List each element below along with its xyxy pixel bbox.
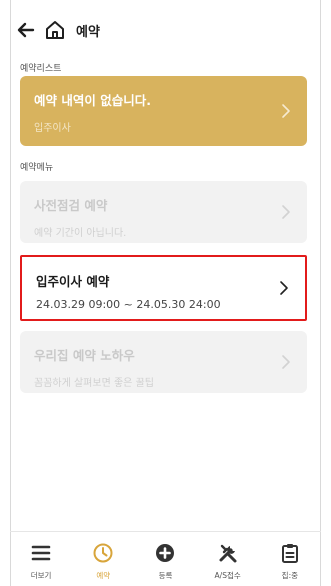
menu-item-move-in[interactable]: 입주이사 예약 24.03.29 09:00 ~ 24.05.30 24:00 — [20, 255, 307, 321]
nav-more[interactable]: 더보기 — [14, 542, 68, 581]
menu-item-title: 입주이사 예약 — [36, 274, 110, 289]
nav-register[interactable]: 등록 — [138, 542, 192, 581]
home-icon[interactable] — [44, 19, 66, 41]
nav-label: 집:중 — [281, 571, 298, 580]
nav-focus[interactable]: 집:중 — [263, 542, 317, 581]
tools-icon — [219, 544, 237, 563]
chevron-right-icon — [282, 355, 290, 369]
nav-reservation[interactable]: 예약 — [76, 542, 130, 581]
chevron-right-icon — [282, 205, 290, 219]
menu-item-subtitle: 24.03.29 09:00 ~ 24.05.30 24:00 — [36, 298, 221, 311]
back-arrow-icon[interactable] — [16, 20, 36, 40]
menu-item-pre-inspection[interactable]: 사전점검 예약 예약 기간이 아닙니다. — [20, 181, 307, 243]
reservation-list-subtitle: 입주이사 — [34, 123, 71, 134]
menu-item-title: 우리집 예약 노하우 — [34, 348, 135, 363]
bottom-navigation: 더보기 예약 등록 A/S접수 집:중 — [10, 531, 321, 586]
section-label-reservation-list: 예약리스트 — [20, 64, 62, 74]
menu-item-know-how[interactable]: 우리집 예약 노하우 꼼꼼하게 살펴보면 좋은 꿀팁 — [20, 331, 307, 393]
reservation-list-card[interactable]: 예약 내역이 없습니다. 입주이사 — [20, 76, 307, 146]
menu-icon — [31, 545, 51, 561]
plus-circle-icon — [156, 544, 175, 562]
nav-label: A/S접수 — [214, 571, 241, 580]
section-label-reservation-menu: 예약메뉴 — [20, 163, 54, 173]
clipboard-icon — [281, 544, 298, 563]
reservation-list-title: 예약 내역이 없습니다. — [34, 93, 151, 108]
nav-label: 더보기 — [30, 571, 52, 580]
header: 예약 — [16, 18, 100, 42]
chevron-right-icon — [280, 281, 288, 295]
nav-label: 예약 — [96, 571, 111, 580]
menu-item-subtitle: 예약 기간이 아닙니다. — [34, 228, 127, 239]
nav-label: 등록 — [158, 571, 173, 580]
clock-icon — [93, 543, 113, 563]
chevron-right-icon — [282, 104, 290, 118]
menu-item-subtitle: 꼼꼼하게 살펴보면 좋은 꿀팁 — [34, 378, 154, 389]
page-title: 예약 — [76, 24, 100, 40]
nav-as-request[interactable]: A/S접수 — [201, 542, 255, 581]
menu-item-title: 사전점검 예약 — [34, 198, 108, 213]
